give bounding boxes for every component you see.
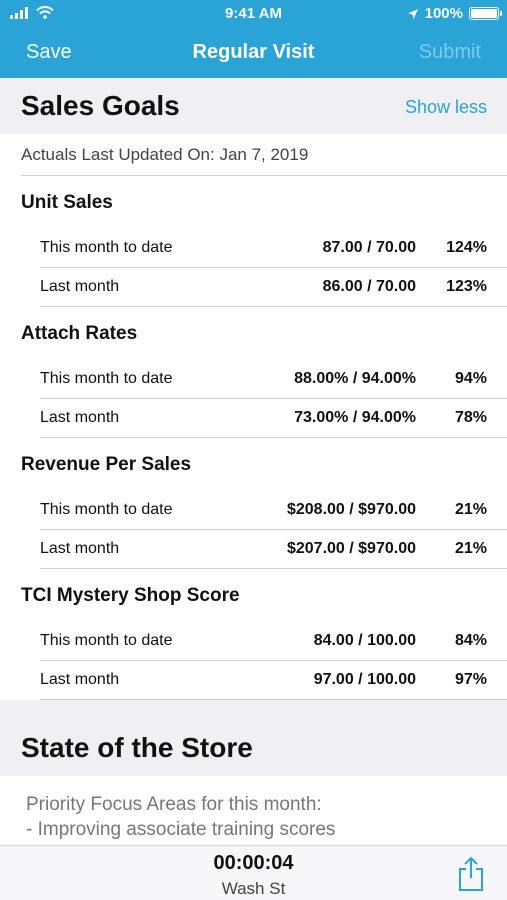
navigation-bar: Save Regular Visit Submit: [0, 28, 507, 78]
row-label: This month to date: [40, 501, 173, 518]
group-title-tci-mystery-shop-score: TCI Mystery Shop Score: [21, 585, 240, 606]
group-title-unit-sales: Unit Sales: [21, 192, 113, 213]
table-row: Last month 86.00 / 70.00 123%: [40, 268, 507, 307]
divider: [21, 175, 507, 176]
table-row: This month to date 88.00% / 94.00% 94%: [40, 360, 507, 399]
show-less-link[interactable]: Show less: [405, 97, 487, 118]
visit-timer: 00:00:04: [213, 852, 294, 874]
row-label: This month to date: [40, 632, 173, 649]
row-value: $208.00 / $970.00: [286, 501, 416, 518]
row-label: This month to date: [40, 239, 173, 256]
row-value: 97.00 / 100.00: [313, 671, 416, 688]
row-divider: [40, 306, 507, 307]
row-percent: 78%: [454, 409, 487, 426]
submit-button[interactable]: Submit: [419, 41, 481, 64]
row-divider: [40, 437, 507, 438]
row-percent: 21%: [454, 501, 487, 518]
row-percent: 21%: [454, 540, 487, 557]
table-row: Last month $207.00 / $970.00 21%: [40, 530, 507, 569]
table-row: This month to date 84.00 / 100.00 84%: [40, 622, 507, 661]
share-icon[interactable]: [457, 856, 485, 892]
row-value: $207.00 / $970.00: [286, 540, 416, 557]
section-title-state-of-store: State of the Store: [21, 732, 253, 763]
actuals-updated-text: Actuals Last Updated On: Jan 7, 2019: [21, 145, 309, 164]
row-label: Last month: [40, 671, 120, 688]
row-divider: [40, 568, 507, 569]
visit-footer: 00:00:04 Wash St: [0, 845, 507, 900]
row-value: 86.00 / 70.00: [322, 278, 416, 295]
notes-line: Priority Focus Areas for this month:: [26, 794, 322, 815]
row-percent: 97%: [454, 671, 487, 688]
location-arrow-icon: [407, 8, 418, 19]
state-of-store-header: State of the Store: [0, 700, 507, 776]
battery-icon: [469, 7, 502, 20]
row-percent: 123%: [446, 278, 487, 295]
row-value: 73.00% / 94.00%: [294, 409, 416, 426]
table-row: This month to date $208.00 / $970.00 21%: [40, 491, 507, 530]
notes-line: - Improving associate training scores: [26, 819, 336, 840]
row-label: Last month: [40, 409, 120, 426]
row-label: Last month: [40, 540, 120, 557]
status-bar: 9:41 AM 100%: [0, 0, 507, 28]
row-value: 88.00% / 94.00%: [294, 370, 416, 387]
status-right: 100%: [407, 5, 502, 22]
table-row: This month to date 87.00 / 70.00 124%: [40, 229, 507, 268]
store-name: Wash St: [221, 879, 286, 898]
row-percent: 124%: [446, 239, 487, 256]
row-percent: 84%: [454, 632, 487, 649]
row-value: 87.00 / 70.00: [322, 239, 416, 256]
sales-goals-header: Sales Goals Show less: [0, 78, 507, 134]
group-title-attach-rates: Attach Rates: [21, 323, 138, 344]
store-notes-textarea[interactable]: Priority Focus Areas for this month: - I…: [26, 792, 335, 842]
group-title-revenue-per-sales: Revenue Per Sales: [21, 454, 192, 475]
row-percent: 94%: [454, 370, 487, 387]
row-value: 84.00 / 100.00: [313, 632, 416, 649]
section-title-sales-goals: Sales Goals: [21, 90, 180, 121]
table-row: Last month 97.00 / 100.00 97%: [40, 661, 507, 700]
table-row: Last month 73.00% / 94.00% 78%: [40, 399, 507, 438]
battery-percent: 100%: [424, 5, 463, 22]
row-label: This month to date: [40, 370, 173, 387]
row-label: Last month: [40, 278, 120, 295]
